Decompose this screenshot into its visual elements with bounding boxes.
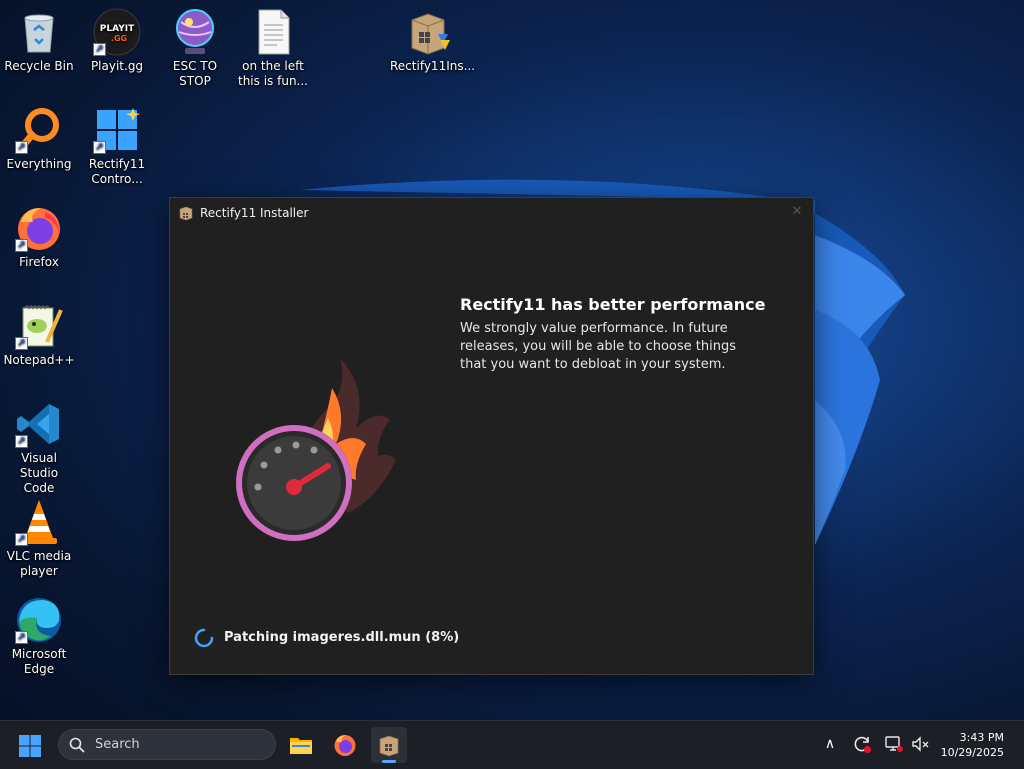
progress-status: Patching imageres.dll.mun (8%) (224, 630, 460, 645)
shortcut-arrow-icon: ↗ (15, 141, 28, 154)
edge-icon: ↗ (15, 596, 63, 644)
installer-titlebar[interactable]: Rectify11 Installer (170, 198, 813, 228)
desktop-icon-label: Recycle Bin (4, 59, 74, 73)
tray-network[interactable] (884, 734, 904, 754)
playit-badge-top: PLAYIT (100, 24, 135, 34)
desktop-icon-rectify-installer[interactable]: Rectify11Ins... (390, 8, 476, 74)
installer-heading: Rectify11 has better performance (460, 295, 766, 314)
taskbar: Search ∧ 3:43 PM 10/29/2025 (0, 720, 1024, 769)
taskbar-app-rectify-installer[interactable] (371, 727, 407, 763)
shortcut-arrow-icon: ↗ (15, 533, 28, 546)
tray-sync-alert[interactable] (852, 734, 872, 754)
loading-spinner-icon (194, 628, 214, 648)
playit-icon: PLAYIT .GG ↗ (93, 8, 141, 56)
desktop-icon-label-line2: Contro... (91, 172, 143, 186)
installer-box-icon (379, 735, 399, 757)
network-icon (885, 736, 903, 752)
recycle-bin-icon (15, 8, 63, 56)
chevron-up-icon: ∧ (824, 736, 836, 752)
desktop-icon-label: Playit.gg (90, 59, 144, 73)
vlc-cone-icon: ↗ (15, 498, 63, 546)
firefox-icon: ↗ (15, 204, 63, 252)
desktop-icon-label-line2: Edge (23, 662, 55, 676)
desktop-icon-label: Firefox (19, 255, 59, 269)
folder-icon (290, 738, 312, 754)
shortcut-arrow-icon: ↗ (15, 435, 28, 448)
taskbar-app-firefox[interactable] (327, 727, 363, 763)
playit-badge-bottom: .GG (111, 34, 127, 43)
taskbar-app-file-explorer[interactable] (283, 727, 319, 763)
desktop-icon-notepadpp[interactable]: ↗ Notepad++ (1, 302, 77, 368)
system-clock[interactable]: 3:43 PM 10/29/2025 (941, 730, 1004, 760)
desktop-icon-label-line1: VLC media (6, 549, 72, 563)
magnifier-icon: ↗ (15, 106, 63, 154)
installer-box-icon (404, 8, 452, 56)
shortcut-arrow-icon: ↗ (15, 337, 28, 350)
globe-icon (171, 8, 219, 56)
close-icon: ✕ (791, 204, 803, 219)
desktop-icon-recycle-bin[interactable]: Recycle Bin (1, 8, 77, 74)
desktop-icon-label-line1: Visual Studio (19, 451, 59, 480)
text-file-icon (249, 8, 297, 56)
desktop-icon-rectify-control[interactable]: ↗ Rectify11 Contro... (79, 106, 155, 187)
desktop-icon-label-line1: on the left (242, 59, 304, 73)
installer-window: Rectify11 Installer ✕ Rectify11 has bett… (169, 197, 814, 675)
vscode-icon: ↗ (15, 400, 63, 448)
desktop-icon-vlc[interactable]: ↗ VLC media player (1, 498, 77, 579)
start-button[interactable] (18, 734, 42, 758)
desktop-icon-firefox[interactable]: ↗ Firefox (1, 204, 77, 270)
shortcut-arrow-icon: ↗ (93, 141, 106, 154)
installer-description: We strongly value performance. In future… (460, 321, 736, 372)
desktop-icon-esc-to-stop[interactable]: ESC TO STOP (157, 8, 233, 89)
shortcut-arrow-icon: ↗ (15, 631, 28, 644)
desktop-icon-label-line2: Code (23, 481, 55, 495)
desktop-icon-vscode[interactable]: ↗ Visual Studio Code (1, 400, 77, 496)
desktop-icon-label: Notepad++ (3, 353, 75, 367)
firefox-icon (334, 735, 356, 756)
desktop-icon-label: ESC TO STOP (172, 59, 218, 88)
close-button[interactable]: ✕ (789, 204, 805, 220)
desktop-icon-text-file[interactable]: on the left this is fun... (235, 8, 311, 89)
clock-time: 3:43 PM (959, 731, 1004, 744)
desktop-icon-everything[interactable]: ↗ Everything (1, 106, 77, 172)
shortcut-arrow-icon: ↗ (93, 43, 106, 56)
shortcut-arrow-icon: ↗ (15, 239, 28, 252)
installer-title: Rectify11 Installer (200, 206, 309, 220)
desktop-icon-label-line1: Microsoft (11, 647, 67, 661)
active-app-indicator (382, 760, 396, 763)
volume-muted-icon (912, 736, 929, 752)
taskbar-search[interactable]: Search (58, 729, 276, 760)
search-icon (69, 737, 85, 753)
desktop-icon-playit[interactable]: PLAYIT .GG ↗ Playit.gg (79, 8, 155, 74)
desktop-icon-label: Rectify11Ins... (390, 59, 476, 73)
search-label: Search (95, 737, 140, 752)
tray-volume[interactable] (910, 734, 930, 754)
tray-overflow-button[interactable]: ∧ (820, 734, 840, 754)
installer-box-icon (179, 206, 193, 221)
clock-date: 10/29/2025 (940, 746, 1004, 759)
performance-gauge-icon (236, 358, 396, 541)
desktop-icon-label-line1: Rectify11 (88, 157, 146, 171)
windows-tiles-icon: ↗ (93, 106, 141, 154)
sync-alert-icon (854, 736, 871, 753)
desktop-icon-label-line2: player (20, 564, 58, 578)
notepadpp-icon: ↗ (15, 302, 63, 350)
desktop-icon-label: Everything (6, 157, 72, 171)
desktop-icon-label-line2: this is fun... (238, 74, 308, 88)
desktop-icon-edge[interactable]: ↗ Microsoft Edge (1, 596, 77, 677)
